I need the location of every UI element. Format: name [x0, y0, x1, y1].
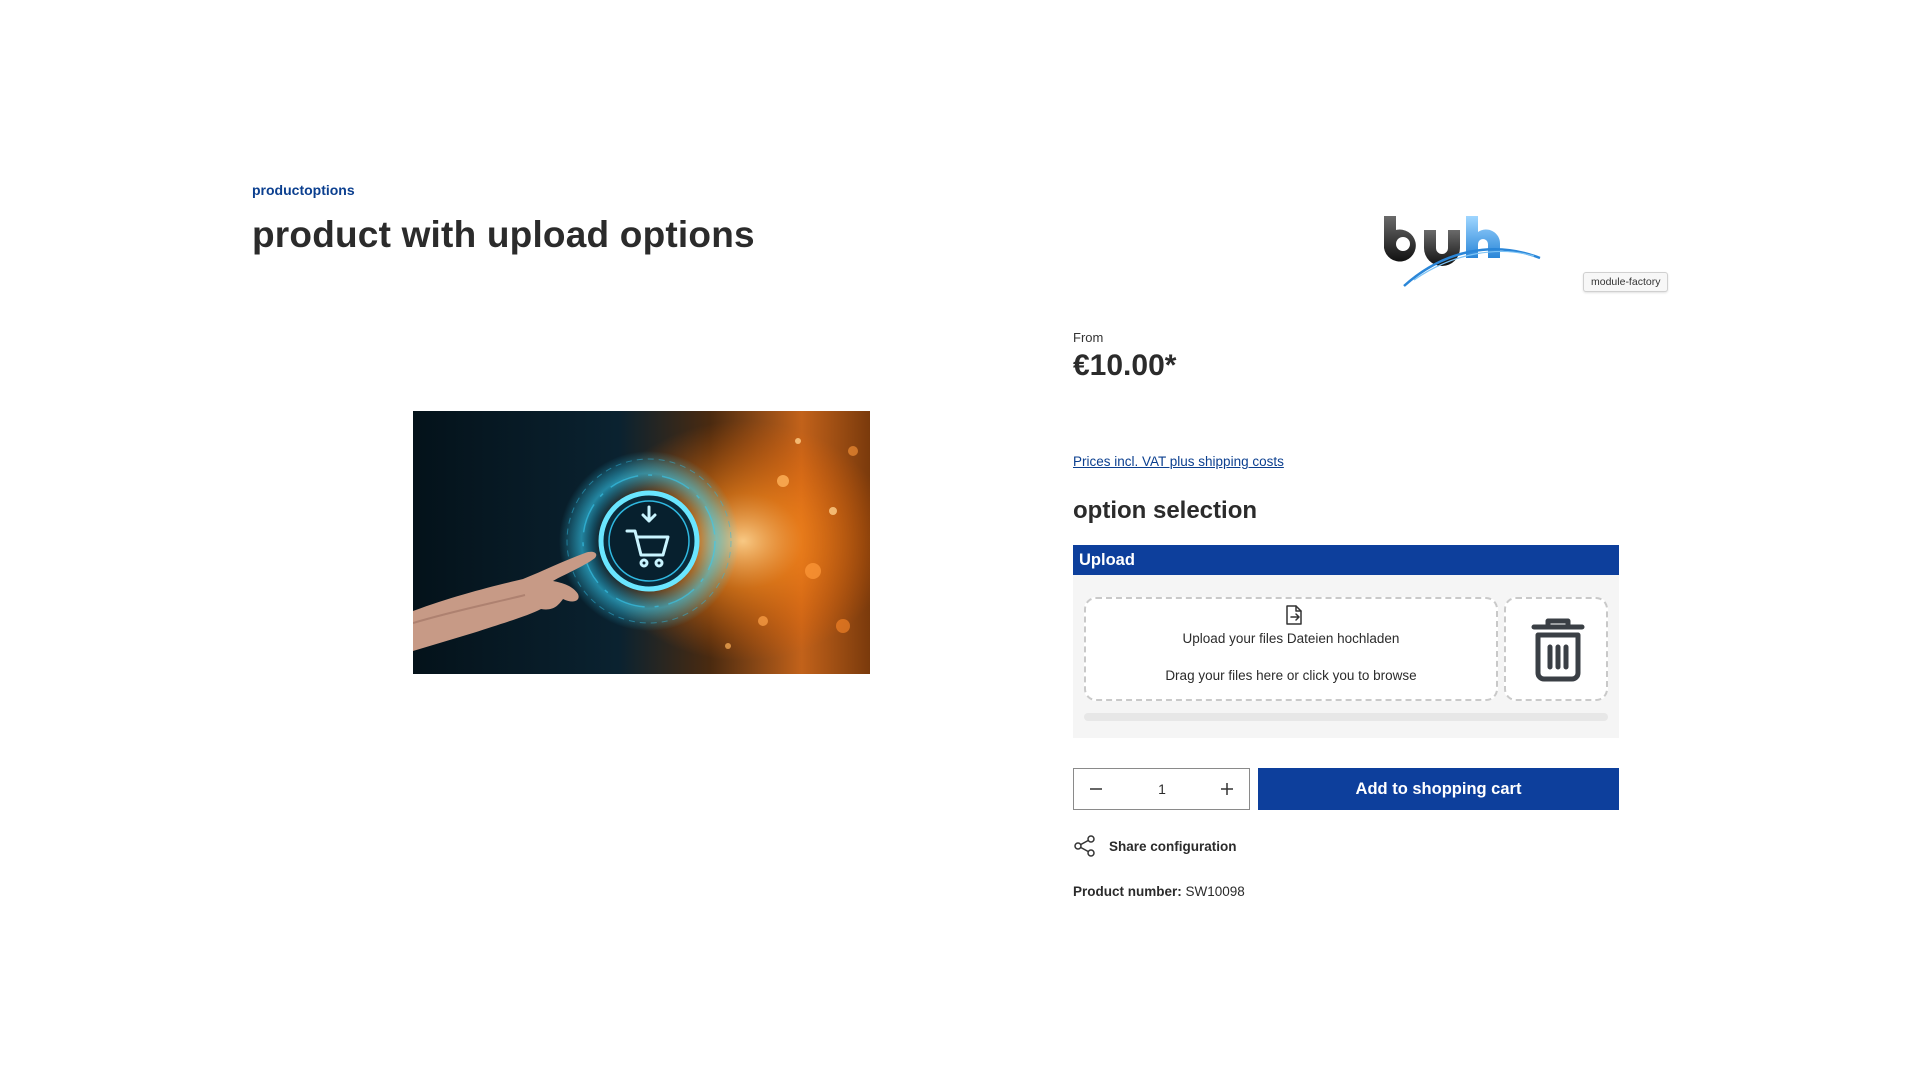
upload-file-icon [1282, 603, 1306, 627]
quantity-decrease-button[interactable] [1076, 769, 1116, 809]
product-number: Product number: SW10098 [1073, 884, 1245, 899]
upload-hint: Drag your files here or click you to bro… [1165, 668, 1417, 683]
plus-icon [1221, 783, 1233, 795]
quantity-input[interactable] [1118, 775, 1206, 803]
minus-icon [1090, 788, 1102, 790]
upload-panel: Upload your files Dateien hochladen Drag… [1073, 575, 1619, 738]
product-image[interactable] [413, 411, 870, 674]
quantity-increase-button[interactable] [1207, 769, 1247, 809]
add-to-cart-button[interactable]: Add to shopping cart [1258, 768, 1619, 810]
product-price: €10.00* [1073, 349, 1177, 382]
delete-upload-button[interactable] [1504, 597, 1608, 701]
product-number-value: SW10098 [1185, 884, 1245, 899]
share-configuration-label: Share configuration [1109, 838, 1237, 854]
upload-progress-bar [1084, 713, 1608, 721]
option-selection-heading: option selection [1073, 497, 1258, 524]
product-number-label: Product number: [1073, 884, 1182, 899]
upload-option-header: Upload [1073, 545, 1619, 575]
manufacturer-logo[interactable] [1374, 206, 1544, 292]
share-configuration-link[interactable]: Share configuration [1073, 834, 1237, 858]
page-title: product with upload options [252, 214, 755, 255]
upload-title: Upload your files Dateien hochladen [1182, 631, 1400, 646]
trash-icon [1528, 617, 1588, 683]
vat-shipping-link[interactable]: Prices incl. VAT plus shipping costs [1073, 454, 1284, 469]
quantity-stepper [1073, 768, 1250, 810]
breadcrumb-category-link[interactable]: productoptions [252, 182, 355, 198]
price-prefix: From [1073, 330, 1104, 345]
upload-dropzone[interactable]: Upload your files Dateien hochladen Drag… [1084, 597, 1498, 701]
manufacturer-tooltip: module-factory [1583, 272, 1669, 292]
share-icon [1073, 834, 1097, 858]
